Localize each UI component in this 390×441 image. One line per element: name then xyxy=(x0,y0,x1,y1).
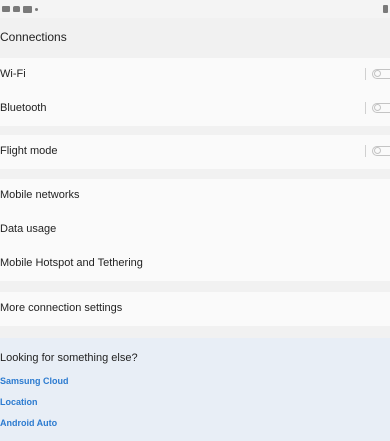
link-samsung-cloud[interactable]: Samsung Cloud xyxy=(0,376,69,386)
setting-row-data-usage[interactable]: Data usage xyxy=(0,213,390,247)
setting-row-more-connection-settings[interactable]: More connection settings xyxy=(0,292,390,326)
image-icon xyxy=(2,6,10,12)
setting-row-hotspot[interactable]: Mobile Hotspot and Tethering xyxy=(0,247,390,281)
setting-label: More connection settings xyxy=(0,302,123,314)
setting-row-mobile-networks[interactable]: Mobile networks xyxy=(0,179,390,213)
notification-icon xyxy=(13,6,20,12)
bluetooth-toggle[interactable] xyxy=(372,103,390,113)
setting-label: Mobile Hotspot and Tethering xyxy=(0,257,143,269)
setting-label: Bluetooth xyxy=(0,102,47,114)
setting-row-flight-mode[interactable]: Flight mode xyxy=(0,135,390,169)
setting-label: Mobile networks xyxy=(0,189,80,201)
dot-icon xyxy=(35,7,38,11)
link-android-auto[interactable]: Android Auto xyxy=(0,418,57,428)
setting-row-wifi[interactable]: Wi-Fi xyxy=(0,58,390,92)
divider xyxy=(365,102,366,114)
wifi-toggle[interactable] xyxy=(372,69,390,79)
status-icons xyxy=(2,4,38,14)
suggestion-title: Looking for something else? xyxy=(0,352,138,364)
page-title: Connections xyxy=(0,30,67,44)
battery-icon xyxy=(383,5,388,13)
setting-row-bluetooth[interactable]: Bluetooth xyxy=(0,92,390,126)
link-location[interactable]: Location xyxy=(0,397,38,407)
setting-label: Data usage xyxy=(0,223,57,235)
setting-label: Flight mode xyxy=(0,145,58,157)
setting-label: Wi-Fi xyxy=(0,68,26,80)
message-icon xyxy=(23,5,32,13)
divider xyxy=(365,68,366,80)
suggestion-card: Looking for something else? Samsung Clou… xyxy=(0,338,390,441)
divider xyxy=(365,145,366,157)
flight-mode-toggle[interactable] xyxy=(372,146,390,156)
status-bar xyxy=(0,0,390,18)
